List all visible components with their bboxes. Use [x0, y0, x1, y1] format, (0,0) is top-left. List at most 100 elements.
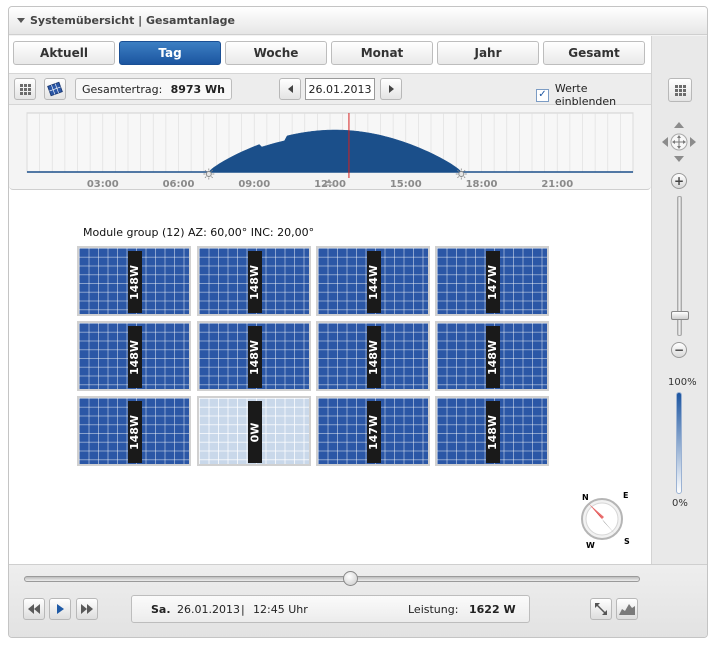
timeline-tick-label: 15:00 — [390, 179, 422, 190]
pan-left-icon — [662, 137, 668, 147]
time-slider-track[interactable] — [24, 576, 640, 582]
fullscreen-button[interactable] — [590, 598, 612, 620]
solar-module[interactable]: 144W — [316, 246, 430, 316]
total-yield: Gesamtertrag: 8973 Wh — [75, 78, 232, 100]
zoom-in-button[interactable]: + — [671, 173, 687, 189]
power-label: Leistung: — [408, 603, 459, 616]
tab-gesamt[interactable]: Gesamt — [543, 41, 645, 65]
grid-icon — [19, 83, 31, 95]
solar-module-inactive[interactable]: 0W — [197, 396, 311, 466]
module-power-label: 148W — [486, 414, 500, 450]
pan-up-icon — [674, 122, 684, 128]
rewind-button[interactable] — [23, 598, 45, 620]
timeline-chart: 03:00 06:00 09:00 12:00 15:00 18:00 21:00 — [26, 112, 634, 190]
sunrise-icon — [203, 168, 215, 180]
play-icon — [56, 604, 64, 614]
module-power-label: 148W — [128, 264, 142, 300]
module-power-label: 148W — [128, 339, 142, 375]
time-slider-thumb[interactable] — [343, 571, 358, 586]
module-power-label: 148W — [367, 339, 381, 375]
total-yield-value: 8973 Wh — [170, 82, 225, 96]
solar-module[interactable]: 148W — [197, 321, 311, 391]
app-window: Systemübersicht | Gesamtanlage Aktuell T… — [8, 6, 708, 638]
compass-west-label: W — [586, 541, 595, 550]
power-value: 1622 W — [469, 603, 516, 616]
show-values-checkbox[interactable]: ✓ — [536, 88, 549, 102]
module-power-label: 0W — [248, 422, 262, 442]
area-chart-icon — [619, 604, 635, 615]
tab-woche[interactable]: Woche — [225, 41, 327, 65]
period-tabs: Aktuell Tag Woche Monat Jahr Gesamt — [13, 41, 645, 65]
layout-grid-button[interactable] — [668, 78, 692, 102]
compass-east-label: E — [623, 491, 628, 500]
compass-south-label: S — [624, 537, 630, 546]
next-date-button[interactable] — [380, 78, 402, 100]
opacity-max-label: 100% — [668, 377, 697, 388]
play-button[interactable] — [49, 598, 71, 620]
timeline-tick-label: 18:00 — [466, 179, 498, 190]
total-yield-label: Gesamtertrag: — [82, 82, 163, 96]
chart-view-button[interactable] — [616, 598, 638, 620]
chevron-right-icon — [388, 85, 394, 93]
status-date: 26.01.2013 — [177, 603, 240, 616]
tab-tag[interactable]: Tag — [119, 41, 221, 65]
status-day: Sa. — [151, 603, 171, 616]
pan-control[interactable] — [660, 120, 698, 164]
solar-module[interactable]: 148W — [316, 321, 430, 391]
solar-module[interactable]: 148W — [77, 246, 191, 316]
timeline-tick-label: 21:00 — [541, 179, 573, 190]
module-group-label: Module group (12) AZ: 60,00° INC: 20,00° — [83, 226, 315, 239]
solar-module[interactable]: 148W — [77, 396, 191, 466]
window-title: Systemübersicht | Gesamtanlage — [30, 14, 235, 27]
zoom-slider-thumb[interactable] — [671, 311, 689, 320]
chevron-left-icon — [287, 85, 293, 93]
checkmark-icon: ✓ — [538, 89, 547, 100]
solar-module[interactable]: 147W — [435, 246, 549, 316]
solar-module[interactable]: 147W — [316, 396, 430, 466]
minus-icon: − — [673, 343, 685, 357]
title-bar[interactable]: Systemübersicht | Gesamtanlage — [9, 7, 707, 35]
date-field[interactable]: 26.01.2013 — [305, 78, 375, 100]
solar-module[interactable]: 148W — [197, 246, 311, 316]
status-separator: | — [241, 603, 245, 616]
timeline-tick-label: 03:00 — [87, 179, 119, 190]
grid-view-button[interactable] — [14, 78, 36, 100]
module-power-label: 148W — [248, 339, 262, 375]
pan-down-icon — [674, 156, 684, 162]
module-power-label: 144W — [367, 264, 381, 300]
plus-icon: + — [673, 174, 685, 188]
solar-panel-icon — [47, 81, 63, 97]
module-power-label: 148W — [248, 264, 262, 300]
opacity-min-label: 0% — [672, 498, 688, 509]
collapse-triangle-icon[interactable] — [17, 18, 25, 23]
module-power-label: 148W — [486, 339, 500, 375]
toolbar: Gesamtertrag: 8973 Wh 26.01.2013 ✓ Werte… — [9, 73, 651, 108]
tab-monat[interactable]: Monat — [331, 41, 433, 65]
grid-icon — [674, 84, 686, 96]
fast-forward-icon — [81, 604, 93, 614]
solar-module[interactable]: 148W — [435, 321, 549, 391]
solar-module[interactable]: 148W — [435, 396, 549, 466]
expand-arrows-icon — [595, 603, 607, 615]
solar-module[interactable]: 148W — [77, 321, 191, 391]
module-power-label: 147W — [367, 414, 381, 450]
status-time: 12:45 Uhr — [253, 603, 308, 616]
timeline-tick-label: 06:00 — [163, 179, 195, 190]
rewind-icon — [28, 604, 40, 614]
tab-jahr[interactable]: Jahr — [437, 41, 539, 65]
opacity-slider[interactable] — [676, 392, 682, 494]
module-power-label: 148W — [128, 414, 142, 450]
day-timeline[interactable]: 03:00 06:00 09:00 12:00 15:00 18:00 21:00 — [9, 105, 651, 190]
compass-north-label: N — [582, 493, 589, 502]
module-view-button[interactable] — [44, 78, 66, 100]
module-power-label: 147W — [486, 264, 500, 300]
previous-date-button[interactable] — [279, 78, 301, 100]
main-area: Aktuell Tag Woche Monat Jahr Gesamt Gesa… — [9, 36, 651, 564]
timeline-tick-label: 09:00 — [238, 179, 270, 190]
status-bar: Sa. 26.01.2013 | 12:45 Uhr Leistung: 162… — [131, 595, 530, 623]
tab-aktuell[interactable]: Aktuell — [13, 41, 115, 65]
pan-right-icon — [690, 137, 696, 147]
zoom-out-button[interactable]: − — [671, 342, 687, 358]
compass-icon: N E S W — [581, 491, 630, 550]
fast-forward-button[interactable] — [76, 598, 98, 620]
